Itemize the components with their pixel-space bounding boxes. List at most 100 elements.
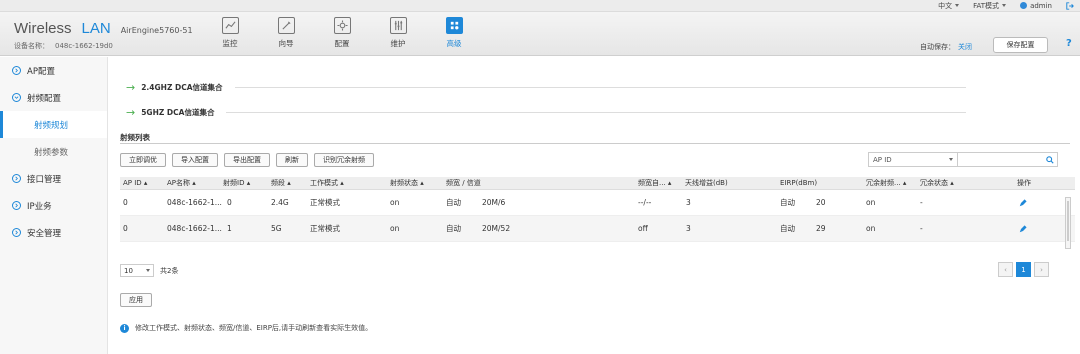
page-size-control: 10 共2条 (120, 264, 178, 277)
col-band[interactable]: 频段 ▴ (271, 177, 291, 190)
export-config-button[interactable]: 导出配置 (224, 153, 270, 167)
device-name: 设备名称： 048c-1662-19d0 (14, 41, 113, 51)
identify-redundant-radio-button[interactable]: 识别冗余射频 (314, 153, 374, 167)
cell-radio-id: 0 (227, 198, 232, 207)
col-label: AP名称 (167, 179, 191, 187)
info-note: i 修改工作模式、射频状态、频宽/信道、EIRP后,请手动刷新查看实际生效值。 (120, 323, 372, 333)
col-antenna-gain[interactable]: 天线增益(dB) (685, 177, 728, 190)
section-24ghz-dca[interactable]: → 2.4GHZ DCA信道集合 (126, 81, 966, 94)
sidebar-item-radio-config[interactable]: 射频配置 (0, 84, 107, 111)
logout-icon[interactable] (1066, 1, 1074, 10)
optimize-now-button[interactable]: 立即调优 (120, 153, 166, 167)
sidebar-item-label: 射频配置 (27, 93, 62, 104)
col-actions: 操作 (1017, 177, 1031, 190)
col-ap-id[interactable]: AP ID ▴ (123, 177, 147, 190)
divider (226, 112, 966, 113)
cell-band: 5G (271, 224, 282, 233)
prev-page-button[interactable]: ‹ (998, 262, 1013, 277)
section-title: 5GHZ DCA信道集合 (141, 108, 215, 117)
sidebar-item-ip-service[interactable]: IP业务 (0, 192, 107, 219)
save-config-button[interactable]: 保存配置 (993, 37, 1048, 53)
nav-maintenance[interactable]: 维护 (370, 16, 426, 52)
col-label: 冗余射频... (866, 179, 901, 187)
sidebar-item-interface-mgmt[interactable]: 接口管理 (0, 165, 107, 192)
cell-bw-mode: 自动 (446, 198, 461, 207)
col-radio-id[interactable]: 射频ID ▴ (223, 177, 250, 190)
header: Wireless LAN AirEngine5760-51 设备名称： 048c-… (0, 12, 1080, 56)
col-eirp[interactable]: EIRP(dBm) (780, 177, 817, 190)
col-work-mode[interactable]: 工作模式 ▴ (310, 177, 344, 190)
cell-eirp: 29 (816, 224, 826, 233)
language-select[interactable]: 中文 (938, 1, 960, 11)
cell-eirp: 20 (816, 198, 826, 207)
nav-config[interactable]: 配置 (314, 16, 370, 52)
col-radio-status[interactable]: 射频状态 ▴ (390, 177, 424, 190)
wizard-icon (277, 17, 295, 34)
toolbar: 立即调优 导入配置 导出配置 刷新 识别冗余射频 (120, 153, 374, 167)
cell-radio-id: 1 (227, 224, 232, 233)
user-menu[interactable]: admin (1020, 2, 1052, 10)
chevron-right-icon (12, 201, 21, 210)
nav-advanced[interactable]: 高级 (426, 16, 482, 52)
edit-icon[interactable] (1019, 190, 1027, 218)
col-ap-name[interactable]: AP名称 ▴ (167, 177, 196, 190)
sidebar-item-label: 安全管理 (27, 228, 62, 239)
cell-redundant-status: - (920, 198, 923, 207)
section-5ghz-dca[interactable]: → 5GHZ DCA信道集合 (126, 106, 966, 119)
pagination: ‹ 1 › (998, 262, 1049, 277)
cell-bw-auto: --/-- (638, 198, 652, 207)
sidebar: AP配置 射频配置 射频规划 射频参数 接口管理 IP业务 安全管理 (0, 57, 108, 354)
table-row: 0 048c-1662-1... 1 5G 正常模式 on 自动 20M/52 … (120, 216, 1075, 242)
chevron-down-icon (146, 269, 150, 272)
arrow-right-icon: → (126, 81, 136, 94)
nav-advanced-label: 高级 (446, 39, 462, 48)
cell-ap-id: 0 (123, 224, 128, 233)
col-label: 工作模式 (310, 179, 338, 187)
autosave-label: 自动保存： (920, 43, 955, 51)
sidebar-item-security[interactable]: 安全管理 (0, 219, 107, 246)
cell-bw-auto: off (638, 224, 648, 233)
page-size-select[interactable]: 10 (120, 264, 154, 277)
col-bandwidth-channel[interactable]: 频宽 / 信道 (446, 177, 481, 190)
user-name: admin (1030, 1, 1052, 10)
col-redundant-status[interactable]: 冗余状态 ▴ (920, 177, 954, 190)
col-label: 频宽自... (638, 179, 666, 187)
apply-button[interactable]: 应用 (120, 293, 152, 307)
mode-select[interactable]: FAT模式 (973, 1, 1007, 11)
sidebar-item-ap-config[interactable]: AP配置 (0, 57, 107, 84)
refresh-button[interactable]: 刷新 (276, 153, 308, 167)
col-redundant-radio[interactable]: 冗余射频... ▴ (866, 177, 906, 190)
cell-redundant: on (866, 198, 876, 207)
col-bandwidth-auto[interactable]: 频宽自... ▴ (638, 177, 671, 190)
col-label: 冗余状态 (920, 179, 948, 187)
advanced-icon (445, 17, 463, 34)
section-title: 2.4GHZ DCA信道集合 (141, 83, 223, 92)
search-field-select[interactable]: AP ID (868, 152, 958, 167)
nav-maintenance-label: 维护 (390, 39, 406, 48)
nav-monitor[interactable]: 监控 (202, 16, 258, 52)
sidebar-item-radio-planning[interactable]: 射频规划 (0, 111, 107, 138)
cell-redundant-status: - (920, 224, 923, 233)
import-config-button[interactable]: 导入配置 (172, 153, 218, 167)
radio-list-title: 射频列表 (120, 133, 150, 142)
edit-icon[interactable] (1019, 216, 1027, 244)
brand-wireless: Wireless (14, 20, 72, 37)
scrollbar-thumb[interactable] (1067, 201, 1069, 241)
page-button[interactable]: 1 (1016, 262, 1031, 277)
help-icon[interactable]: ? (1066, 38, 1072, 49)
info-note-text: 修改工作模式、射频状态、频宽/信道、EIRP后,请手动刷新查看实际生效值。 (135, 324, 373, 332)
table-scrollbar[interactable] (1065, 197, 1071, 249)
top-strip: 中文 FAT模式 admin (0, 0, 1080, 12)
search-field-value: AP ID (873, 155, 892, 164)
cell-work-mode: 正常模式 (310, 224, 340, 233)
total-count: 共2条 (160, 266, 179, 275)
search-icon[interactable] (1042, 152, 1058, 167)
sidebar-item-label: 射频规划 (34, 120, 69, 131)
col-label: 频段 (271, 179, 285, 187)
sidebar-item-radio-params[interactable]: 射频参数 (0, 138, 107, 165)
next-page-button[interactable]: › (1034, 262, 1049, 277)
radio-table: AP ID ▴ AP名称 ▴ 射频ID ▴ 频段 ▴ 工作模式 ▴ 射频状态 ▴… (120, 177, 1075, 242)
autosave-toggle-link[interactable]: 关闭 (958, 43, 972, 51)
col-label: 天线增益(dB) (685, 179, 728, 187)
nav-wizard[interactable]: 向导 (258, 16, 314, 52)
